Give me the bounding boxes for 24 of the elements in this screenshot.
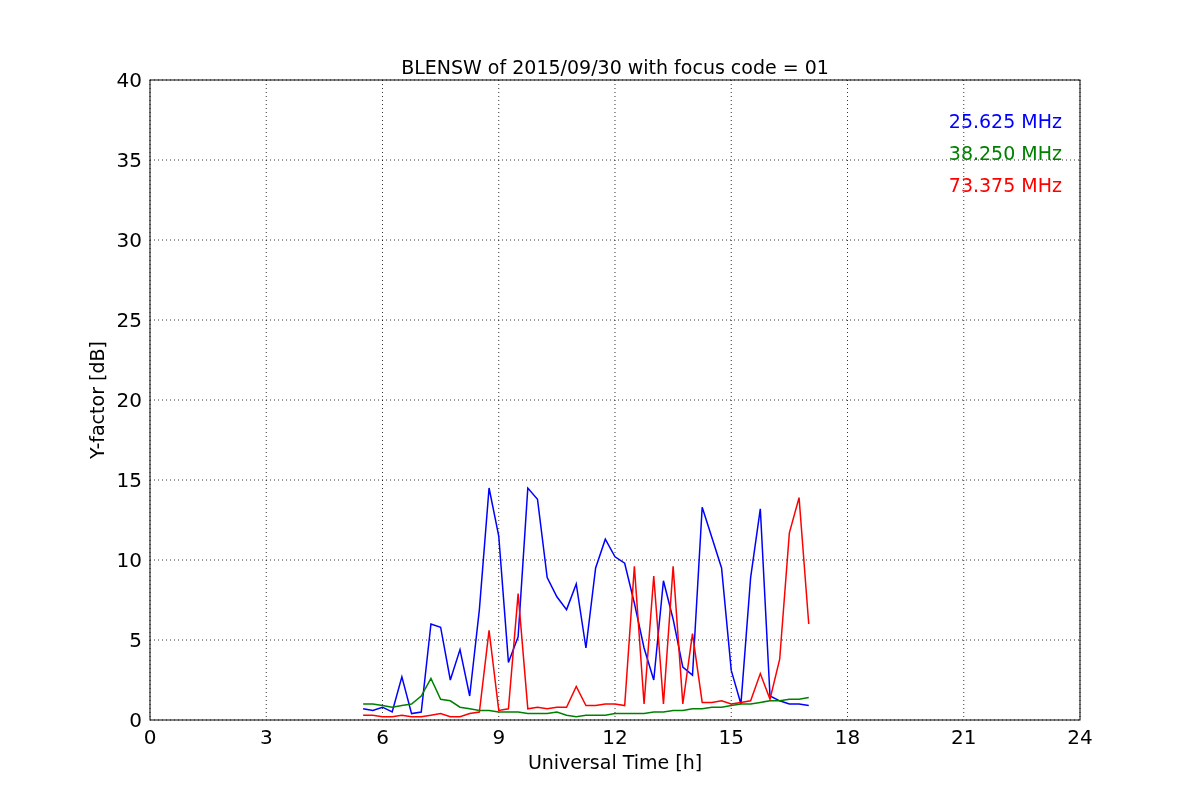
tick-label: 3 — [259, 725, 273, 749]
axis-label: Y-factor [dB] — [86, 341, 108, 459]
legend-label: 73.375 MHz — [948, 174, 1062, 196]
tick-label: 0 — [143, 725, 157, 749]
tick-label: 5 — [129, 628, 142, 652]
tick-label: 20 — [116, 388, 142, 412]
tick-label: 40 — [116, 68, 142, 92]
chart-title: BLENSW of 2015/09/30 with focus code = 01 — [401, 56, 829, 78]
legend-label: 38.250 MHz — [948, 142, 1062, 164]
tick-label: 30 — [116, 228, 142, 252]
tick-label: 15 — [116, 468, 142, 492]
tick-label: 12 — [602, 725, 628, 749]
tick-label: 15 — [718, 725, 744, 749]
tick-label: 18 — [834, 725, 861, 749]
tick-label: 24 — [1067, 725, 1093, 749]
tick-label: 10 — [116, 548, 142, 572]
tick-label: 9 — [492, 725, 506, 749]
tick-label: 0 — [129, 708, 142, 732]
axis-label: Universal Time [h] — [527, 751, 703, 773]
tick-label: 25 — [116, 308, 142, 332]
tick-label: 35 — [116, 148, 142, 172]
legend-label: 25.625 MHz — [948, 110, 1062, 132]
tick-label: 21 — [951, 725, 977, 749]
tick-label: 6 — [376, 725, 389, 749]
